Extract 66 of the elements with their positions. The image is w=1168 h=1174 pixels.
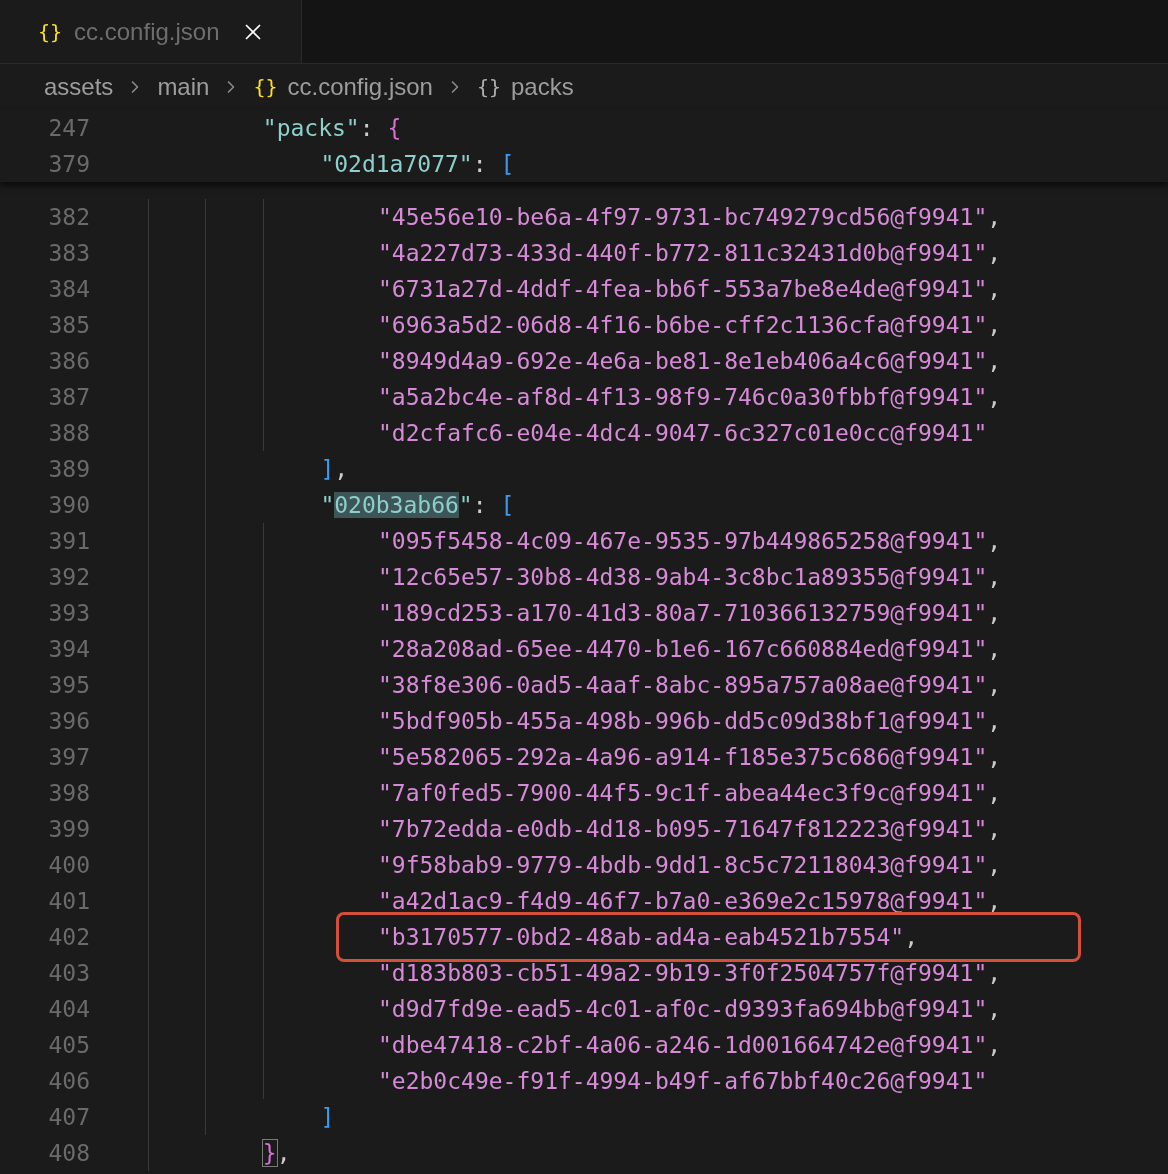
- code-line: "9f58bab9-9779-4bdb-9dd1-8c5c72118043@f9941",: [377, 850, 1002, 880]
- code-line: "02d1a7077": [: [320, 149, 515, 179]
- line-number: 386: [47, 346, 90, 376]
- code-line: "189cd253-a170-41d3-80a7-710366132759@f9941",: [377, 598, 1002, 628]
- line-number: 402: [47, 922, 90, 952]
- code-line: },: [262, 1138, 291, 1168]
- line-number: 399: [47, 814, 90, 844]
- code-line: "d9d7fd9e-ead5-4c01-af0c-d9393fa694bb@f9941",: [377, 994, 1002, 1024]
- code-line: "packs": {: [262, 113, 402, 143]
- editor-tab[interactable]: {} cc.config.json: [0, 0, 302, 63]
- line-number: 408: [47, 1138, 90, 1168]
- line-number: 406: [47, 1066, 90, 1096]
- code-line: ],: [320, 454, 349, 484]
- code-line: "8949d4a9-692e-4e6a-be81-8e1eb406a4c6@f9941",: [377, 346, 1002, 376]
- code-line: "e2b0c49e-f91f-4994-b49f-af67bbf40c26@f9941": [377, 1066, 988, 1096]
- code-line: "5e582065-292a-4a96-a914-f185e375c686@f9941",: [377, 742, 1002, 772]
- line-number: 400: [47, 850, 90, 880]
- line-number: 384: [47, 274, 90, 304]
- line-number: 247: [47, 113, 90, 143]
- code-line: "28a208ad-65ee-4470-b1e6-167c660884ed@f9941",: [377, 634, 1002, 664]
- code-line: "4a227d73-433d-440f-b772-811c32431d0b@f9941",: [377, 238, 1002, 268]
- line-number: 379: [47, 149, 90, 179]
- line-number: 404: [47, 994, 90, 1024]
- breadcrumb-item[interactable]: cc.config.json: [287, 69, 433, 105]
- code-line: "a5a2bc4e-af8d-4f13-98f9-746c0a30fbbf@f9941",: [377, 382, 1002, 412]
- breadcrumb-item[interactable]: packs: [511, 69, 574, 105]
- line-number: 394: [47, 634, 90, 664]
- json-file-icon: {}: [38, 16, 63, 47]
- line-number: 383: [47, 238, 90, 268]
- line-number: 387: [47, 382, 90, 412]
- line-number: 389: [47, 454, 90, 484]
- line-number: 395: [47, 670, 90, 700]
- code-line: "a42d1ac9-f4d9-46f7-b7a0-e369e2c15978@f9941",: [377, 886, 1002, 916]
- breadcrumb-item[interactable]: main: [157, 69, 210, 105]
- line-number: 396: [47, 706, 90, 736]
- code-line: "6731a27d-4ddf-4fea-bb6f-553a7be8e4de@f9941",: [377, 274, 1002, 304]
- line-number: 392: [47, 562, 90, 592]
- line-number: 390: [47, 490, 90, 520]
- code-line: "b3170577-0bd2-48ab-ad4a-eab4521b7554",: [377, 922, 919, 952]
- code-line: "38f8e306-0ad5-4aaf-8abc-895a757a08ae@f9941",: [377, 670, 1002, 700]
- line-number: 403: [47, 958, 90, 988]
- code-line: "dbe47418-c2bf-4a06-a246-1d001664742e@f9941",: [377, 1030, 1002, 1060]
- breadcrumb-item[interactable]: assets: [44, 69, 114, 105]
- line-number: 401: [47, 886, 90, 916]
- line-number: 388: [47, 418, 90, 448]
- code-line: "d2cfafc6-e04e-4dc4-9047-6c327c01e0cc@f9941": [377, 418, 988, 448]
- code-line: ]: [320, 1102, 335, 1132]
- object-icon: {}: [476, 72, 501, 102]
- code-line: "7af0fed5-7900-44f5-9c1f-abea44ec3f9c@f9941",: [377, 778, 1002, 808]
- code-line: "12c65e57-30b8-4d38-9ab4-3c8bc1a89355@f9941",: [377, 562, 1002, 592]
- line-number: 405: [47, 1030, 90, 1060]
- line-number: 391: [47, 526, 90, 556]
- code-line: "095f5458-4c09-467e-9535-97b449865258@f9941",: [377, 526, 1002, 556]
- line-number: 407: [47, 1102, 90, 1132]
- code-line: "45e56e10-be6a-4f97-9731-bc749279cd56@f9941",: [377, 202, 1002, 232]
- line-number: 382: [47, 202, 90, 232]
- code-line: "5bdf905b-455a-498b-996b-dd5c09d38bf1@f9941",: [377, 706, 1002, 736]
- tab-label: cc.config.json: [74, 16, 220, 47]
- code-line: "d183b803-cb51-49a2-9b19-3f0f2504757f@f9941",: [377, 958, 1002, 988]
- line-number: 393: [47, 598, 90, 628]
- line-number: 398: [47, 778, 90, 808]
- code-line: "7b72edda-e0db-4d18-b095-71647f812223@f9941",: [377, 814, 1002, 844]
- code-line: "6963a5d2-06d8-4f16-b6be-cff2c1136cfa@f9941",: [377, 310, 1002, 340]
- json-file-icon: {}: [253, 72, 278, 102]
- line-number: 397: [47, 742, 90, 772]
- line-number: 385: [47, 310, 90, 340]
